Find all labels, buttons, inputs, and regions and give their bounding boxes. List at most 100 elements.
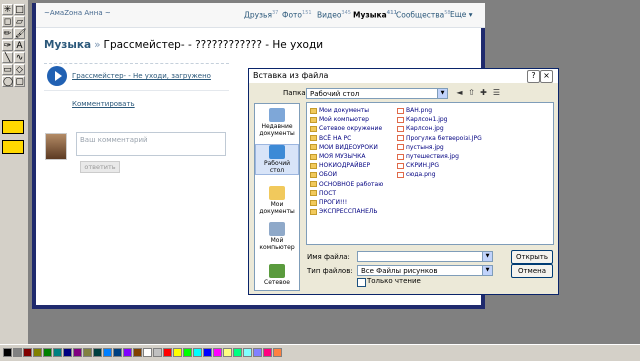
paint-tool-12-icon[interactable]: ◯ <box>2 76 13 87</box>
file-item[interactable]: ОБОИ <box>310 170 337 179</box>
paint-tool-1-icon[interactable]: □ <box>14 4 25 15</box>
breadcrumb-music-link[interactable]: Музыка <box>44 39 91 51</box>
open-button[interactable]: Открыть <box>511 250 553 264</box>
file-item[interactable]: ПОСТ <box>310 189 336 198</box>
comment-link[interactable]: Комментировать <box>72 100 135 108</box>
paint-tool-4-icon[interactable]: ✏ <box>2 28 13 39</box>
color-swatch[interactable] <box>233 348 242 357</box>
color-swatch[interactable] <box>33 348 42 357</box>
color-swatch[interactable] <box>203 348 212 357</box>
file-item[interactable]: ОСНОВНОЕ работаю <box>310 180 383 189</box>
track-title[interactable]: Грассмейстер- - Не уходи, загружено <box>72 72 211 80</box>
comment-input[interactable]: Ваш комментарий <box>76 132 226 156</box>
paint-tool-8-icon[interactable]: ╲ <box>2 52 13 63</box>
paint-tool-10-icon[interactable]: ▭ <box>2 64 13 75</box>
file-name: Карлсон1.jpg <box>406 116 448 124</box>
filetype-select[interactable]: Все Файлы рисунков ▼ <box>357 265 493 276</box>
file-item[interactable]: СКРИН.JPG <box>397 161 439 170</box>
color-swatch[interactable] <box>173 348 182 357</box>
color-swatch[interactable] <box>183 348 192 357</box>
play-icon[interactable] <box>47 66 67 86</box>
file-item[interactable]: ВАН.png <box>397 106 432 115</box>
file-item[interactable]: Прогулка бетвероізі.JPG <box>397 134 482 143</box>
nav-music[interactable]: Музыка411 <box>353 10 397 20</box>
file-item[interactable]: путешествия.jpg <box>397 152 459 161</box>
color-swatch[interactable] <box>243 348 252 357</box>
tool-option-1-icon[interactable] <box>2 140 24 154</box>
paint-tool-0-icon[interactable]: ✳ <box>2 4 13 15</box>
place-recent[interactable]: Недавние документы <box>255 108 299 137</box>
nav-video[interactable]: Видео345 <box>317 10 351 20</box>
color-swatch[interactable] <box>113 348 122 357</box>
file-item[interactable]: сюда.png <box>397 170 436 179</box>
back-icon[interactable]: ◄ <box>455 88 464 97</box>
file-item[interactable]: ВСЁ НА PC <box>310 134 351 143</box>
vk-user-name[interactable]: ~АмаZoна Анна ~ <box>44 9 111 17</box>
color-swatch[interactable] <box>193 348 202 357</box>
dialog-title: Вставка из файла <box>249 69 558 83</box>
color-swatch[interactable] <box>23 348 32 357</box>
paint-tool-11-icon[interactable]: ◇ <box>14 64 25 75</box>
new-folder-icon[interactable]: ✚ <box>479 88 488 97</box>
file-item[interactable]: ЭКСПРЕССПАНЕЛЬ <box>310 207 378 216</box>
file-item[interactable]: Карлсон.jpg <box>397 124 444 133</box>
color-swatch[interactable] <box>43 348 52 357</box>
avatar <box>45 133 67 160</box>
network-icon <box>269 264 285 278</box>
color-swatch[interactable] <box>53 348 62 357</box>
place-network[interactable]: Сетевое <box>255 264 299 286</box>
help-button[interactable]: ? <box>527 70 540 83</box>
paint-tool-6-icon[interactable]: ✑ <box>2 40 13 51</box>
desktop-icon <box>269 145 285 159</box>
filename-input[interactable]: ▼ <box>357 251 493 262</box>
paint-tool-2-icon[interactable]: ◻ <box>2 16 13 27</box>
color-swatch[interactable] <box>153 348 162 357</box>
color-swatch[interactable] <box>223 348 232 357</box>
view-menu-icon[interactable]: ☰ <box>492 88 501 97</box>
color-swatch[interactable] <box>253 348 262 357</box>
close-button[interactable]: × <box>540 70 553 83</box>
file-item[interactable]: НОКИОДРАЙВЕР <box>310 161 370 170</box>
color-swatch[interactable] <box>213 348 222 357</box>
color-swatch[interactable] <box>263 348 272 357</box>
paint-canvas[interactable]: ~АмаZoна Анна ~ Друзья37 Фото151 Видео34… <box>29 0 640 344</box>
file-item[interactable]: Сетевое окружение <box>310 124 382 133</box>
file-item[interactable]: Мои документы <box>310 106 369 115</box>
nav-more[interactable]: Еще ▾ <box>450 10 473 19</box>
color-swatch[interactable] <box>13 348 22 357</box>
color-swatch[interactable] <box>163 348 172 357</box>
color-swatch[interactable] <box>273 348 282 357</box>
color-swatch[interactable] <box>83 348 92 357</box>
paint-tool-13-icon[interactable]: ▢ <box>14 76 25 87</box>
nav-communities[interactable]: Сообщества58 <box>396 10 451 20</box>
file-item[interactable]: МОЯ МУЗЫЧКА <box>310 152 365 161</box>
file-item[interactable]: ПРОГИ!!! <box>310 198 347 207</box>
place-computer[interactable]: Мой компьютер <box>255 222 299 251</box>
color-swatch[interactable] <box>103 348 112 357</box>
file-item[interactable]: МОИ ВИДЕОУРОКИ <box>310 143 378 152</box>
tool-option-0-icon[interactable] <box>2 120 24 134</box>
cancel-button[interactable]: Отмена <box>511 264 553 278</box>
place-documents[interactable]: Мои документы <box>255 186 299 215</box>
place-desktop[interactable]: Рабочий стол <box>255 144 299 175</box>
color-swatch[interactable] <box>3 348 12 357</box>
color-swatch[interactable] <box>63 348 72 357</box>
nav-friends[interactable]: Друзья37 <box>244 10 278 20</box>
up-folder-icon[interactable]: ⇧ <box>467 88 476 97</box>
file-item[interactable]: Мой компьютер <box>310 115 369 124</box>
paint-tool-7-icon[interactable]: A <box>14 40 25 51</box>
reply-button[interactable]: ответить <box>80 161 120 173</box>
color-swatch[interactable] <box>143 348 152 357</box>
color-swatch[interactable] <box>73 348 82 357</box>
paint-tool-5-icon[interactable]: 🖌 <box>14 28 26 39</box>
nav-photos[interactable]: Фото151 <box>282 10 312 20</box>
paint-tool-3-icon[interactable]: ▱ <box>14 16 25 27</box>
color-swatch[interactable] <box>123 348 132 357</box>
color-swatch[interactable] <box>133 348 142 357</box>
readonly-checkbox[interactable] <box>357 278 366 287</box>
folder-select[interactable]: Рабочий стол ▼ <box>306 88 448 99</box>
paint-tool-9-icon[interactable]: ∿ <box>14 52 25 63</box>
file-item[interactable]: пустыня.jpg <box>397 143 444 152</box>
file-item[interactable]: Карлсон1.jpg <box>397 115 447 124</box>
color-swatch[interactable] <box>93 348 102 357</box>
